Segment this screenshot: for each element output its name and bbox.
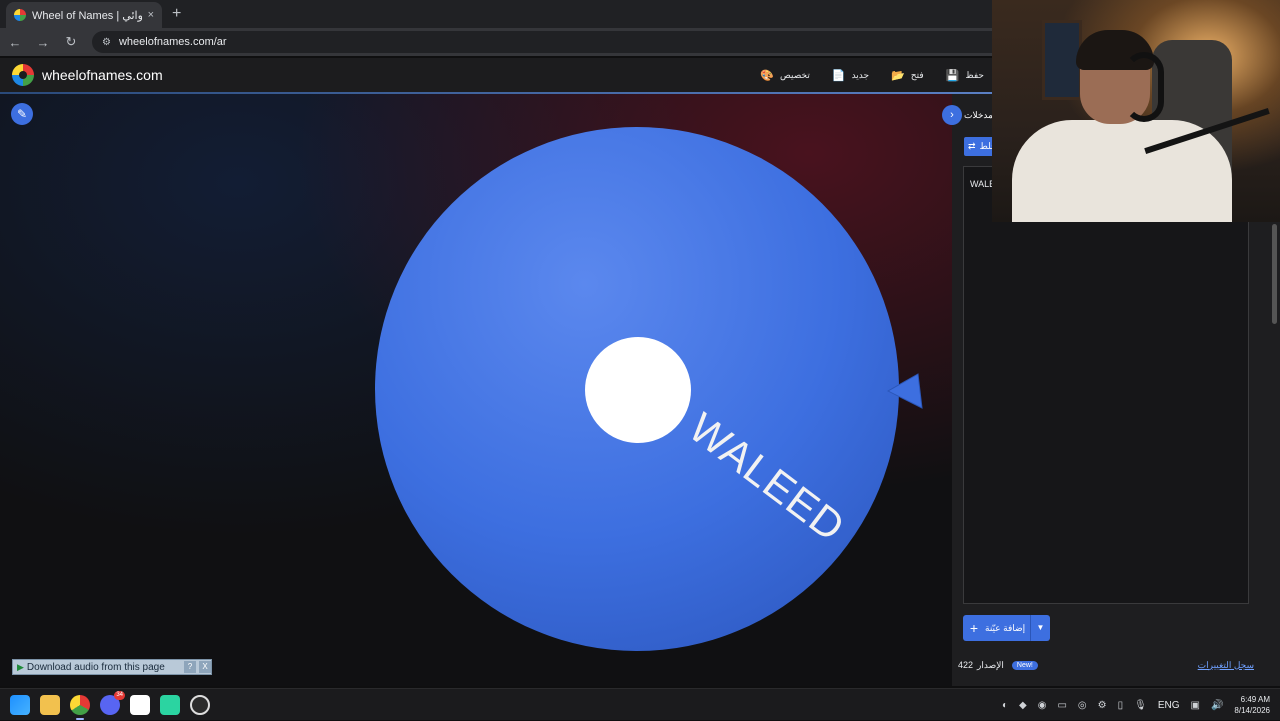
taskbar: 34 ◐ ◆ ◉ ▭ ◎ ⚙ ▯ 🎙 ENG ▣ 🔊 6:49 AM 8/14/… <box>0 688 1280 720</box>
discord-tray-icon[interactable]: ◉ <box>1038 700 1047 711</box>
panel-scrollbar[interactable] <box>1272 224 1277 324</box>
tab-title: Wheel of Names | اسم العشوائي <box>32 9 142 22</box>
customize-label: تخصيص <box>779 69 810 80</box>
system-tray: ◐ ◆ ◉ ▭ ◎ ⚙ ▯ 🎙 ENG ▣ 🔊 6:49 AM 8/14/202… <box>1002 689 1280 721</box>
version-number: 422 <box>958 660 974 670</box>
help-button[interactable]: ? <box>184 661 196 673</box>
add-image-label: إضافة عيّنة <box>985 622 1026 633</box>
wheel-canvas[interactable]: WALEED <box>0 94 952 686</box>
network-icon[interactable]: ▣ <box>1191 700 1200 711</box>
discord-badge: 34 <box>114 691 125 700</box>
new-badge: New! <box>1011 660 1038 670</box>
headset-icon <box>1124 52 1164 122</box>
chrome-icon[interactable] <box>70 695 90 720</box>
folder-open-icon: 📂 <box>891 69 905 82</box>
logo-icon[interactable] <box>12 64 34 86</box>
back-button[interactable]: ← <box>8 35 22 50</box>
site-favicon-icon <box>14 9 26 21</box>
version-info: 422 الإصدار New! <box>958 660 1038 671</box>
add-image-button[interactable]: + إضافة عيّنة ▼ <box>963 615 1050 641</box>
wheel-center-hub[interactable] <box>585 337 691 443</box>
changelog-link[interactable]: سجل التغييرات <box>1198 660 1254 671</box>
nvidia-icon[interactable]: ◆ <box>1019 700 1027 711</box>
file-explorer-icon[interactable] <box>40 695 60 715</box>
webcam-overlay <box>992 0 1280 222</box>
taskbar-apps: 34 <box>10 689 210 721</box>
new-button[interactable]: 📄 جديد <box>832 69 869 82</box>
steelseries-icon[interactable]: ◎ <box>1078 700 1087 711</box>
url-text[interactable]: wheelofnames.com/ar <box>119 36 227 48</box>
palette-icon: 🎨 <box>760 69 774 82</box>
address-bar[interactable]: ⚙ wheelofnames.com/ar <box>92 31 1012 53</box>
tab-close-icon[interactable]: × <box>148 9 154 21</box>
forward-button[interactable]: → <box>36 35 50 50</box>
customize-button[interactable]: 🎨 تخصيص <box>760 69 810 82</box>
entries-textarea[interactable]: WALEED <box>963 166 1249 604</box>
play-icon[interactable]: ▶ <box>17 662 24 673</box>
audio-download-label[interactable]: Download audio from this page <box>27 662 181 673</box>
capcut-icon[interactable] <box>130 695 150 715</box>
wheel-stage: ✎ WALEED <box>0 94 952 686</box>
reload-button[interactable]: ↻ <box>64 34 78 50</box>
new-tab-button[interactable]: + <box>172 2 181 28</box>
new-file-icon: 📄 <box>831 69 846 82</box>
logo-text[interactable]: wheelofnames.com <box>42 67 163 83</box>
windows-start-icon[interactable] <box>10 695 30 715</box>
settings-tray-icon[interactable]: ⚙ <box>1098 700 1107 711</box>
save-button[interactable]: 💾 حفظ <box>946 69 984 82</box>
open-button[interactable]: 📂 فتح <box>891 69 924 82</box>
save-icon: 💾 <box>945 69 960 82</box>
usb-icon[interactable]: ▯ <box>1118 700 1124 711</box>
battery-icon[interactable]: ▭ <box>1057 700 1066 711</box>
plus-icon: + <box>969 620 979 636</box>
save-label: حفظ <box>965 69 984 80</box>
version-label: الإصدار <box>977 659 1004 670</box>
site-settings-icon[interactable]: ⚙ <box>102 37 111 48</box>
clock-time: 6:49 AM <box>1240 695 1270 704</box>
tab-entries[interactable]: مدخلات <box>952 104 993 128</box>
header-actions: 🎨 تخصيص 📄 جديد 📂 فتح 💾 حفظ <box>760 58 984 92</box>
new-label: جديد <box>851 69 870 80</box>
shuffle-icon: ⇄ <box>968 141 976 151</box>
discord-icon[interactable]: 34 <box>100 691 125 715</box>
close-button[interactable]: X <box>199 661 211 673</box>
browser-tab[interactable]: Wheel of Names | اسم العشوائي × <box>6 2 162 28</box>
clock[interactable]: 6:49 AM 8/14/2026 <box>1234 694 1270 716</box>
audio-download-bar[interactable]: ▶ Download audio from this page ? X <box>12 659 212 675</box>
clock-date: 8/14/2026 <box>1234 706 1270 715</box>
open-label: فتح <box>910 69 924 80</box>
tray-app-icon[interactable]: ◐ <box>1002 700 1008 711</box>
volume-icon[interactable]: 🔊 <box>1211 700 1223 711</box>
add-options-dropdown-icon[interactable]: ▼ <box>1030 615 1050 641</box>
obs-icon[interactable] <box>190 695 210 715</box>
app-icon[interactable] <box>160 695 180 715</box>
language-indicator[interactable]: ENG <box>1158 700 1180 711</box>
microphone-icon[interactable]: 🎙 <box>1134 700 1147 711</box>
site-header: wheelofnames.com 🎨 تخصيص 📄 جديد 📂 فتح 💾 … <box>0 58 992 92</box>
panel-footer: 422 الإصدار New! سجل التغييرات <box>952 654 1280 676</box>
